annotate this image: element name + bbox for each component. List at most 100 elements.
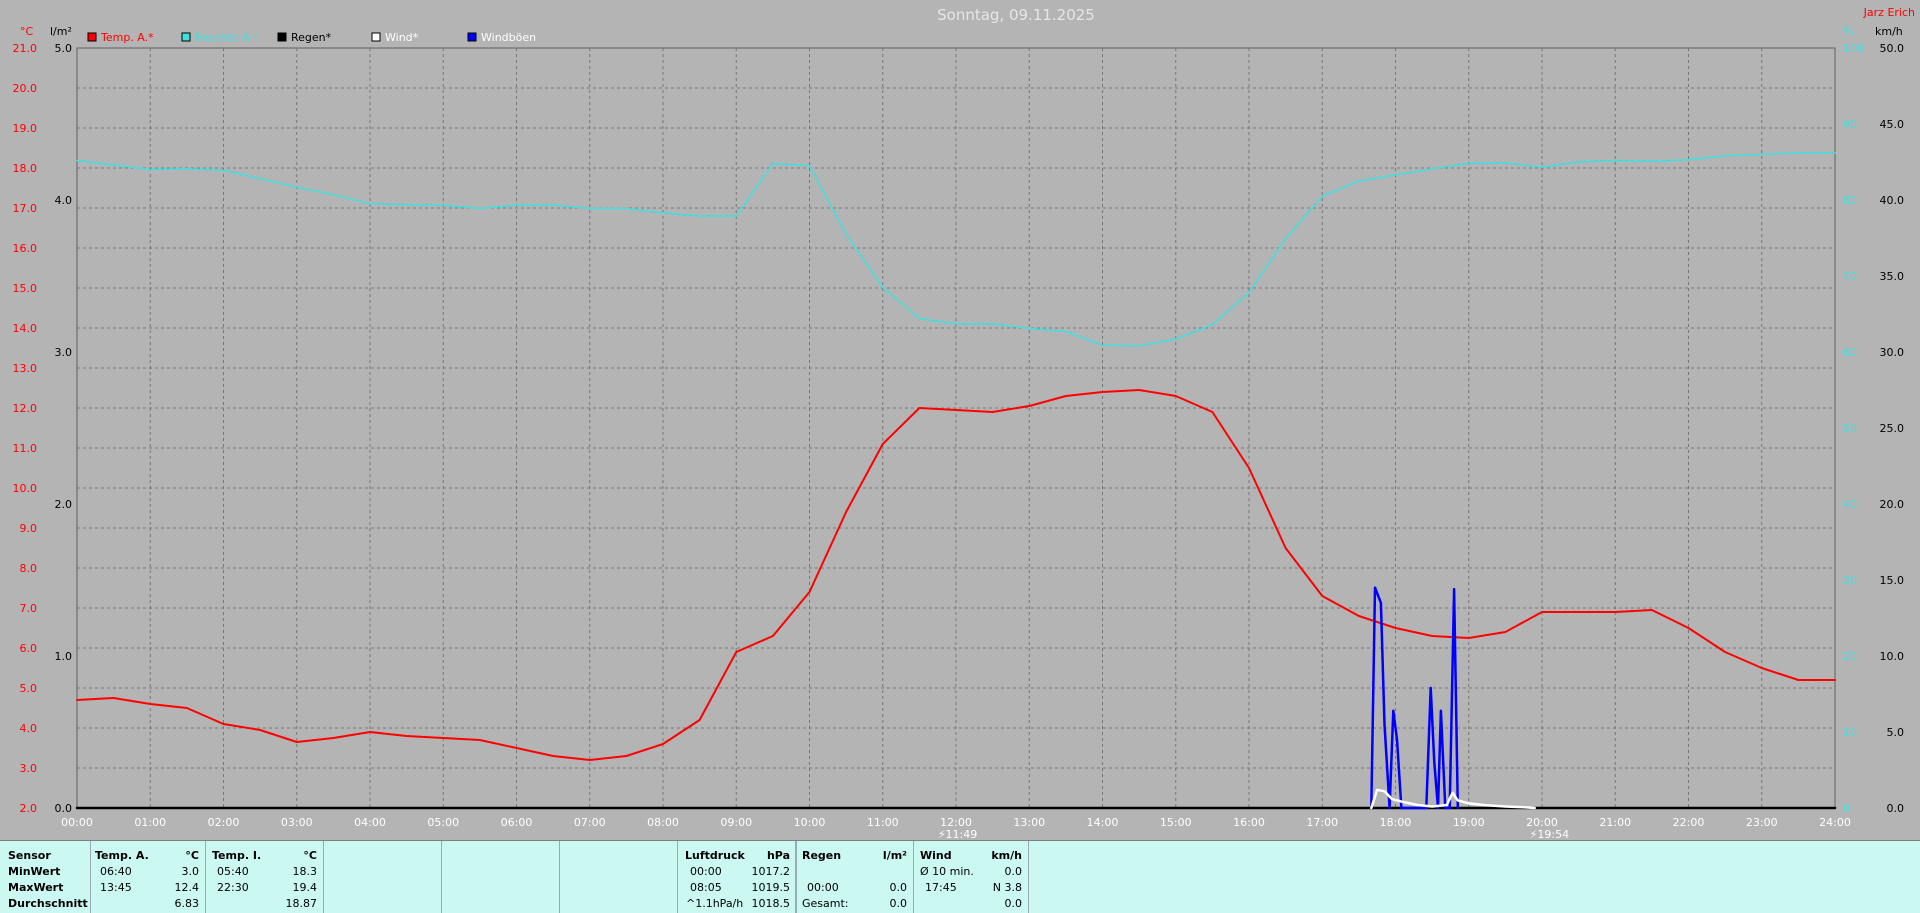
wind-unit: km/h — [991, 849, 1022, 862]
row-label-avg: Durchschnitt — [8, 897, 88, 910]
wind-tick-label: 5.0 — [1887, 726, 1905, 739]
humidity-tick-label: 30 — [1843, 574, 1857, 587]
rain-tick-label: 1.0 — [55, 650, 73, 663]
temp-tick-label: 5.0 — [20, 682, 38, 695]
wind-tick-label: 40.0 — [1880, 194, 1905, 207]
temp-tick-label: 21.0 — [13, 42, 38, 55]
rain-tick-label: 5.0 — [55, 42, 73, 55]
x-tick-label: 08:00 — [647, 816, 679, 829]
rain-max-time: 00:00 — [807, 881, 839, 894]
time-markers: ⚡11:49 ⚡19:54 — [938, 828, 1569, 840]
x-tick-label: 09:00 — [720, 816, 752, 829]
temp-tick-label: 14.0 — [13, 322, 38, 335]
temp-i-column: Temp. I. °C 05:40 18.3 22:30 19.4 18.87 — [205, 841, 324, 913]
temp-tick-label: 6.0 — [20, 642, 38, 655]
x-tick-label: 00:00 — [61, 816, 93, 829]
temp-tick-label: 18.0 — [13, 162, 38, 175]
wind-tick-label: 0.0 — [1887, 802, 1905, 815]
event-marker-label: ⚡19:54 — [1530, 828, 1569, 840]
temp-tick-label: 12.0 — [13, 402, 38, 415]
temp-i-max-value: 19.4 — [292, 881, 318, 894]
temp-tick-label: 15.0 — [13, 282, 38, 295]
temp-i-avg-value: 18.87 — [285, 897, 318, 910]
rain-header: Regen — [802, 849, 842, 862]
temp-a-unit: °C — [185, 849, 199, 862]
temp-tick-label: 16.0 — [13, 242, 38, 255]
x-tick-label: 17:00 — [1306, 816, 1338, 829]
wind-tick-label: 50.0 — [1880, 42, 1905, 55]
legend-swatch — [181, 32, 191, 42]
temp-i-min-time: 05:40 — [217, 865, 249, 878]
x-tick-label: 19:00 — [1453, 816, 1485, 829]
temp-tick-label: 17.0 — [13, 202, 38, 215]
legend-label: Regen* — [291, 31, 332, 44]
x-tick-label: 14:00 — [1087, 816, 1119, 829]
x-tick-label: 04:00 — [354, 816, 386, 829]
temp-a-column: Temp. A. °C 06:40 3.0 13:45 12.4 6.83 — [90, 841, 206, 913]
rain-unit: l/m² — [882, 849, 907, 862]
empty-column-3 — [559, 841, 678, 913]
temp-tick-label: 10.0 — [13, 482, 38, 495]
humidity-tick-label: 80 — [1843, 194, 1857, 207]
chart-title: Sonntag, 09.11.2025 — [937, 6, 1095, 24]
rain-tick-label: 4.0 — [55, 194, 73, 207]
pressure-max-time: 08:05 — [690, 881, 722, 894]
humidity-tick-label: 0 — [1843, 802, 1850, 815]
legend-label: Temp. A.* — [100, 31, 154, 44]
x-tick-label: 23:00 — [1746, 816, 1778, 829]
wind-tick-label: 25.0 — [1880, 422, 1905, 435]
temp-tick-label: 7.0 — [20, 602, 38, 615]
temp-i-unit: °C — [303, 849, 317, 862]
temp-a-max-value: 12.4 — [174, 881, 200, 894]
temp-i-min-value: 18.3 — [292, 865, 318, 878]
temp-tick-label: 2.0 — [20, 802, 38, 815]
temp-a-avg-value: 6.83 — [174, 897, 200, 910]
x-tick-label: 11:00 — [867, 816, 899, 829]
empty-column-1 — [323, 841, 442, 913]
temp-a-header: Temp. A. — [95, 849, 149, 862]
legend-label: Feuchte A.* — [195, 31, 259, 44]
humidity-tick-label: 10 — [1843, 726, 1857, 739]
legend-swatch — [87, 32, 97, 42]
wind-tick-label: 30.0 — [1880, 346, 1905, 359]
rain-column: Regen l/m² 00:00 0.0 Gesamt: 0.0 — [795, 841, 914, 913]
wind-column: Wind km/h Ø 10 min. 0.0 17:45 N 3.8 0.0 — [913, 841, 1029, 913]
temp-a-max-time: 13:45 — [100, 881, 132, 894]
x-tick-label: 03:00 — [281, 816, 313, 829]
x-tick-label: 24:00 — [1819, 816, 1851, 829]
pressure-avg-value: 1018.5 — [751, 897, 791, 910]
temp-tick-label: 3.0 — [20, 762, 38, 775]
temp-tick-label: 20.0 — [13, 82, 38, 95]
pressure-unit: hPa — [766, 849, 790, 862]
wind-tick-label: 10.0 — [1880, 650, 1905, 663]
wind-avg-value: 0.0 — [1004, 865, 1023, 878]
x-tick-label: 07:00 — [574, 816, 606, 829]
wind-header: Wind — [920, 849, 952, 862]
humidity-axis-unit: % — [1843, 25, 1853, 38]
rain-total-value: 0.0 — [889, 897, 908, 910]
wind-avg-label: Ø 10 min. — [920, 865, 974, 878]
legend-swatch — [371, 32, 381, 42]
sensor-header: Sensor — [8, 849, 51, 862]
legend-swatch — [277, 32, 287, 42]
wind-tick-label: 20.0 — [1880, 498, 1905, 511]
x-tick-label: 16:00 — [1233, 816, 1265, 829]
chart-legend: Temp. A.* Feuchte A.* Regen* Wind* Windböen — [87, 31, 536, 44]
rain-total-label: Gesamt: — [802, 897, 849, 910]
rain-tick-label: 2.0 — [55, 498, 73, 511]
station-name: Jarz Erich — [1863, 6, 1915, 19]
pressure-column: Luftdruck hPa 00:00 1017.2 08:05 1019.5 … — [677, 841, 797, 913]
wind-last-value: 0.0 — [1004, 897, 1023, 910]
x-tick-label: 01:00 — [134, 816, 166, 829]
humidity-tick-label: 20 — [1843, 650, 1857, 663]
pressure-min-time: 00:00 — [690, 865, 722, 878]
x-tick-label: 15:00 — [1160, 816, 1192, 829]
temp-i-max-time: 22:30 — [217, 881, 249, 894]
wind-tick-label: 35.0 — [1880, 270, 1905, 283]
wind-tick-label: 15.0 — [1880, 574, 1905, 587]
rain-axis-unit: l/m² — [50, 25, 72, 38]
rain-tick-label: 0.0 — [55, 802, 73, 815]
stats-panel: Sensor MinWert MaxWert Durchschnitt Temp… — [0, 840, 1920, 913]
temp-tick-label: 19.0 — [13, 122, 38, 135]
pressure-trend: ^1.1hPa/h — [686, 897, 744, 910]
